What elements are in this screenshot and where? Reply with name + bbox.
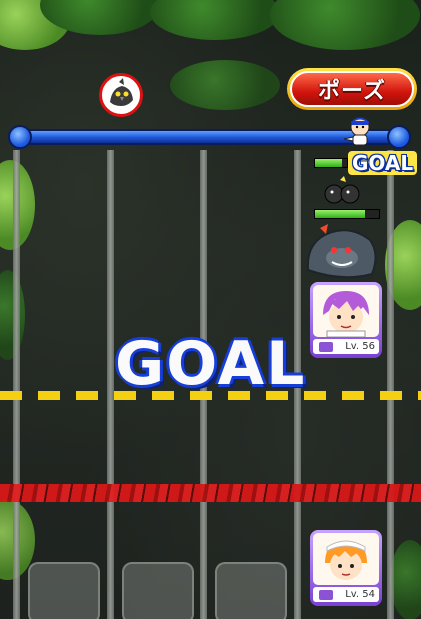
- gorilla-boss-graphic: [306, 224, 377, 279]
- hp-gauge-second-fill: [315, 210, 365, 218]
- player-portrait: [323, 291, 369, 337]
- player-level-label: Lv. 54: [345, 589, 375, 600]
- player-portrait: [325, 540, 367, 580]
- player-avatar: [313, 533, 379, 585]
- level-icon: [319, 341, 333, 352]
- game-stage: ポーズ GOAL Lv. 56 Lv. 54 GOAL: [0, 0, 421, 619]
- progress-start-knob: [8, 125, 32, 149]
- foliage-leaf: [390, 540, 421, 619]
- foliage-leaf: [170, 60, 280, 110]
- empty-player-slot[interactable]: [28, 562, 100, 619]
- goal-banner: GOAL: [115, 329, 307, 399]
- foliage-leaf: [270, 0, 420, 50]
- hp-gauge-top: [314, 158, 348, 168]
- player-avatar: [313, 285, 379, 337]
- runner-player-icon: [338, 115, 378, 151]
- empty-player-slot[interactable]: [122, 562, 194, 619]
- bomb-enemy-icon: [322, 172, 364, 208]
- yellow-dashed-line: [0, 391, 421, 400]
- pause-button[interactable]: ポーズ: [287, 68, 417, 110]
- player-level-row: Lv. 56: [313, 339, 379, 354]
- crow-enemy-icon: [99, 73, 143, 117]
- level-icon: [319, 589, 333, 600]
- lane-divider: [107, 150, 114, 619]
- player-level-row: Lv. 54: [313, 587, 379, 602]
- hp-gauge-second: [314, 209, 380, 219]
- foliage-leaf: [150, 0, 280, 40]
- red-boundary-line: [0, 484, 421, 502]
- hp-gauge-top-fill: [315, 159, 343, 167]
- progress-end-knob: [387, 125, 411, 149]
- bomb-enemy-graphic: [324, 176, 360, 204]
- player-card-1[interactable]: Lv. 56: [310, 282, 382, 358]
- crow-enemy-graphic: [110, 78, 133, 106]
- runner-graphic: [343, 117, 370, 146]
- gorilla-boss-icon: [302, 220, 380, 282]
- lane-divider: [387, 150, 394, 619]
- player-level-label: Lv. 56: [345, 341, 375, 352]
- lane-divider: [13, 150, 20, 619]
- pause-button-label: ポーズ: [290, 71, 414, 107]
- player-card-2[interactable]: Lv. 54: [310, 530, 382, 606]
- empty-player-slot[interactable]: [215, 562, 287, 619]
